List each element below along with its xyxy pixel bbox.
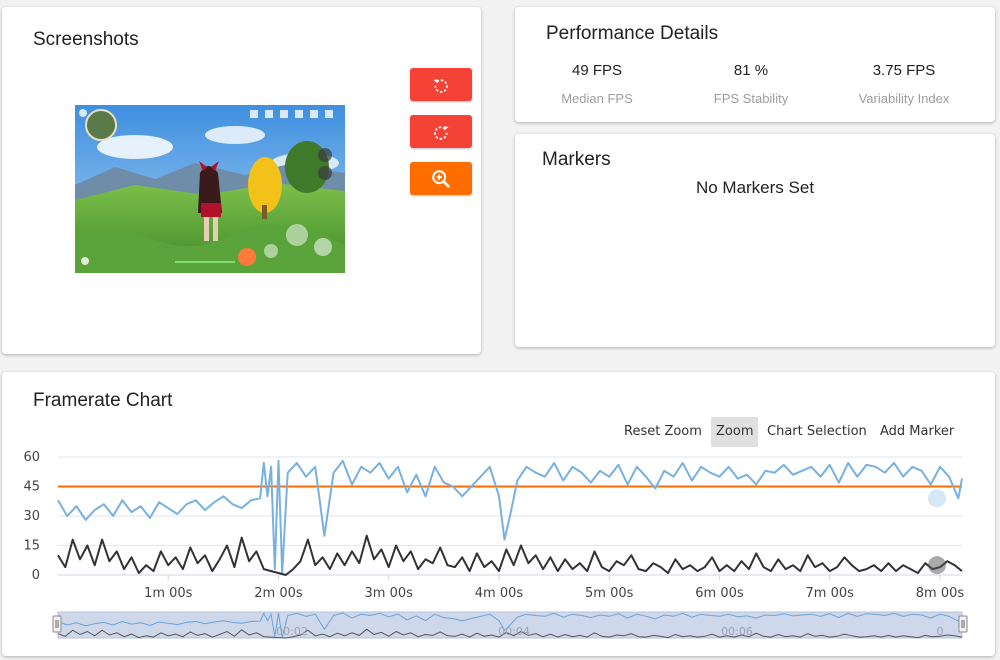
game-screenshot[interactable] [75, 105, 345, 273]
x-tick-label: 2m 00s [254, 586, 303, 601]
x-tick-label: 5m 00s [585, 586, 634, 601]
stat-label: FPS Stability [713, 91, 789, 106]
stat-median-fps: 49 FPS Median FPS [517, 7, 677, 122]
navigator-label: 00:02 [276, 625, 308, 638]
x-tick-label: 6m 00s [695, 586, 744, 601]
framerate-chart-card: Framerate Chart Reset Zoom Zoom Chart Se… [2, 372, 995, 656]
stat-label: Variability Index [858, 91, 950, 106]
navigator-label: 00:06 [721, 625, 753, 638]
markers-title: Markers [542, 149, 611, 170]
zoom-in-button[interactable] [410, 162, 472, 195]
x-tick-label: 7m 00s [806, 586, 855, 601]
series-line [57, 534, 963, 576]
stat-value: 81 % [733, 62, 769, 79]
rotate-left-icon [433, 78, 448, 93]
rotate-right-icon [434, 125, 449, 140]
markers-card: Markers No Markers Set [515, 134, 995, 347]
y-tick-label: 30 [23, 509, 40, 524]
screenshots-title: Screenshots [33, 29, 139, 50]
stat-value: 3.75 FPS [872, 62, 936, 79]
x-tick-label: 8m 00s [916, 586, 965, 601]
y-tick-label: 45 [23, 480, 40, 495]
rotate-left-button[interactable] [410, 68, 472, 101]
y-tick-label: 0 [32, 568, 40, 583]
x-tick-label: 1m 00s [144, 586, 193, 601]
game-screenshot-image [75, 105, 345, 273]
navigator-handle[interactable] [52, 615, 62, 633]
stat-variability-index: 3.75 FPS Variability Index [824, 7, 984, 122]
y-tick-label: 60 [23, 450, 40, 465]
no-markers-message: No Markers Set [695, 178, 815, 197]
hover-dot [928, 556, 946, 575]
performance-details-card: Performance Details 49 FPS Median FPS 81… [515, 7, 995, 122]
stat-label: Median FPS [561, 91, 633, 106]
navigator-label: 00:04 [498, 625, 530, 638]
stat-value: 49 FPS [571, 62, 623, 79]
x-tick-label: 3m 00s [365, 586, 414, 601]
navigator-label: 0 [937, 625, 944, 638]
screenshots-card: Screenshots [2, 7, 481, 354]
framerate-line-chart[interactable]: 0 15 30 45 60 1m 00s 2m 00s 3m 00s 4m 00s 5m 00s 6… [2, 372, 995, 656]
y-tick-label: 15 [23, 539, 40, 554]
navigator-handle[interactable] [958, 615, 968, 633]
stat-fps-stability: 81 % FPS Stability [671, 7, 831, 122]
rotate-right-button[interactable] [410, 115, 472, 148]
hover-dot [928, 489, 946, 508]
x-tick-label: 4m 00s [475, 586, 524, 601]
zoom-in-icon [432, 169, 450, 188]
